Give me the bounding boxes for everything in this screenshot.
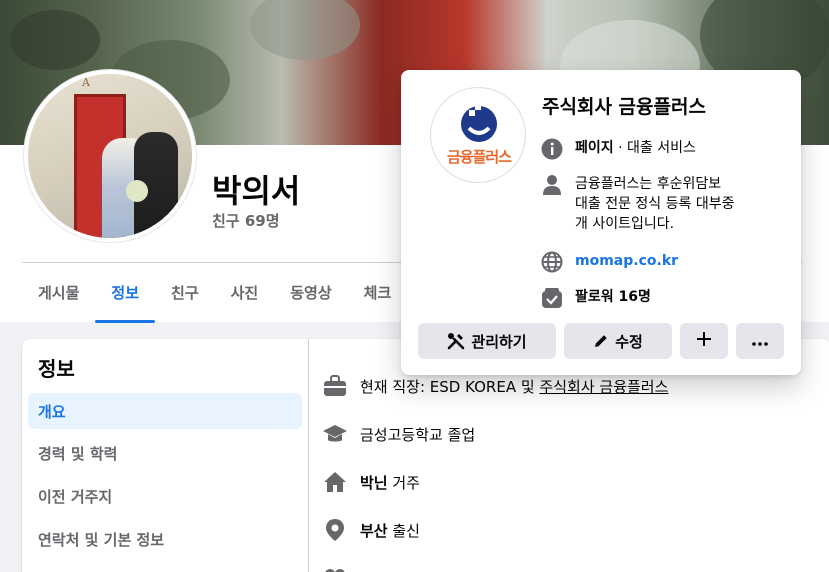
manage-button[interactable]: 관리하기 bbox=[418, 323, 556, 359]
work-row: 현재 직장: ESD KOREA 및 주식회사 금융플러스 bbox=[322, 371, 668, 401]
page-category-row: 페이지 · 대출 서비스 bbox=[541, 138, 696, 160]
sidebar-item-overview[interactable]: 개요 bbox=[28, 393, 302, 429]
tab-checkins[interactable]: 체크 bbox=[348, 263, 408, 321]
tab-posts[interactable]: 게시물 bbox=[22, 263, 95, 321]
page-category-label: 페이지 bbox=[575, 140, 614, 156]
graduation-cap-icon bbox=[322, 421, 348, 447]
profile-avatar[interactable]: A bbox=[24, 70, 196, 242]
sidebar-item-work-education[interactable]: 경력 및 학력 bbox=[28, 435, 302, 471]
sidebar-item-places-lived[interactable]: 이전 거주지 bbox=[28, 478, 302, 514]
from-row: 부산 출신 bbox=[322, 515, 420, 545]
page-website-link[interactable]: momap.co.kr bbox=[575, 251, 678, 271]
tools-icon bbox=[447, 332, 465, 350]
education-text: 금성고등학교 졸업 bbox=[360, 425, 476, 444]
work-company-link[interactable]: 주식회사 금융플러스 bbox=[539, 376, 668, 397]
page-website-row: momap.co.kr bbox=[541, 251, 678, 273]
from-suffix: 출신 bbox=[387, 521, 420, 540]
lives-city[interactable]: 박닌 bbox=[360, 472, 388, 493]
work-text: 현재 직장: ESD KOREA 및 bbox=[360, 377, 540, 396]
tab-videos[interactable]: 동영상 bbox=[274, 263, 347, 321]
manage-button-label: 관리하기 bbox=[471, 332, 527, 351]
globe-icon bbox=[541, 251, 563, 273]
profile-name: 박의서 bbox=[212, 172, 301, 210]
tab-photos[interactable]: 사진 bbox=[215, 263, 275, 321]
page-logo-text: 금융플러스 bbox=[446, 148, 512, 166]
tab-friends[interactable]: 친구 bbox=[155, 263, 215, 321]
from-city[interactable]: 부산 bbox=[360, 520, 388, 541]
page-logo[interactable]: 금융플러스 bbox=[430, 87, 526, 183]
followers-icon bbox=[541, 287, 563, 309]
add-button[interactable] bbox=[680, 323, 728, 359]
tab-about[interactable]: 정보 bbox=[95, 263, 155, 323]
avatar-bouquet bbox=[126, 180, 148, 202]
briefcase-icon bbox=[322, 373, 348, 399]
more-dots-icon bbox=[752, 332, 768, 350]
heart-icon bbox=[322, 565, 348, 572]
info-icon bbox=[541, 138, 563, 160]
pencil-icon bbox=[593, 333, 609, 349]
sidebar-item-contact-info[interactable]: 연락처 및 기본 정보 bbox=[28, 521, 302, 557]
lives-suffix: 거주 bbox=[387, 473, 420, 492]
page-description: 금융플러스는 후순위담보 대출 전문 정식 등록 대부중 개 사이트입니다. bbox=[575, 176, 735, 232]
profile-tabs: 게시물 정보 친구 사진 동영상 체크 bbox=[22, 263, 407, 323]
page-description-row: 금융플러스는 후순위담보 대출 전문 정식 등록 대부중 개 사이트입니다. bbox=[541, 174, 734, 234]
page-followers-row: 팔로워 16명 bbox=[541, 287, 651, 309]
relationship-row bbox=[322, 563, 360, 572]
home-icon bbox=[322, 469, 348, 495]
page-category-value: · 대출 서비스 bbox=[613, 140, 696, 156]
about-title: 정보 bbox=[38, 357, 75, 381]
page-name[interactable]: 주식회사 금융플러스 bbox=[542, 92, 706, 119]
more-options-button[interactable] bbox=[736, 323, 784, 359]
avatar-sign-text: A bbox=[82, 76, 90, 89]
plus-icon bbox=[697, 332, 711, 350]
about-sidebar: 정보 개요 경력 및 학력 이전 거주지 연락처 및 기본 정보 bbox=[22, 339, 309, 572]
house-logo-icon bbox=[461, 104, 497, 142]
person-icon bbox=[541, 174, 563, 196]
lives-row: 박닌 거주 bbox=[322, 467, 420, 497]
location-pin-icon bbox=[322, 517, 348, 543]
education-row: 금성고등학교 졸업 bbox=[322, 419, 475, 449]
edit-button-label: 수정 bbox=[615, 332, 643, 351]
friends-count[interactable]: 친구 69명 bbox=[212, 210, 280, 231]
edit-button[interactable]: 수정 bbox=[564, 323, 672, 359]
page-hover-card: 금융플러스 주식회사 금융플러스 페이지 · 대출 서비스 금융플러스는 후순위… bbox=[401, 70, 801, 375]
page-followers[interactable]: 팔로워 16명 bbox=[575, 287, 651, 307]
